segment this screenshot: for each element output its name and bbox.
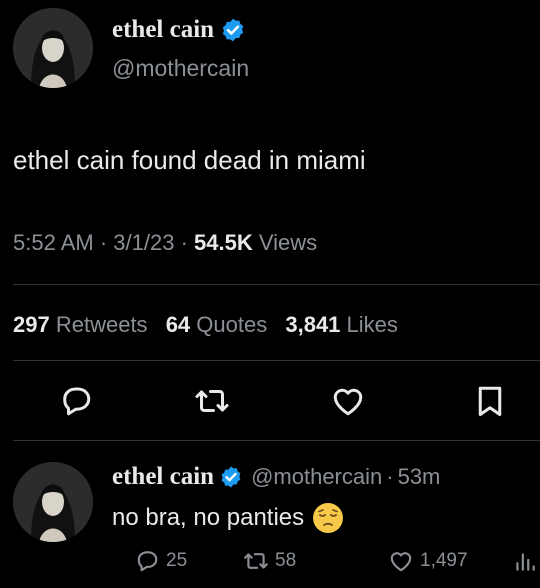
views-count: 54.5K [194, 230, 253, 255]
reply-retweet-button[interactable]: 58 [243, 548, 296, 574]
likes-label: Likes [346, 312, 398, 337]
tweet-action-bar [0, 383, 540, 423]
reply-text: no bra, no panties [112, 504, 305, 531]
author-display-name[interactable]: ethel cain [112, 16, 214, 44]
like-count: 1,497 [420, 550, 468, 571]
like-icon[interactable] [330, 383, 366, 419]
reply-count: 25 [166, 550, 188, 571]
reply-text-row: no bra, no panties [112, 502, 344, 534]
divider [13, 440, 540, 441]
like-icon [390, 552, 412, 572]
views-icon [516, 553, 535, 571]
tweet-date[interactable]: 3/1/23 [113, 230, 174, 255]
reply-separator: · [386, 464, 394, 489]
reply-icon [137, 551, 158, 572]
divider [13, 284, 540, 285]
reply-icon[interactable] [58, 383, 94, 419]
reply-display-name[interactable]: ethel cain [112, 463, 214, 491]
retweet-icon[interactable] [194, 383, 230, 419]
reply-reply-button[interactable]: 25 [134, 548, 187, 574]
quotes-label: Quotes [196, 312, 268, 337]
views-label: Views [258, 230, 318, 255]
avatar[interactable] [13, 8, 93, 88]
tweet-time[interactable]: 5:52 AM [13, 230, 94, 255]
reply-header: ethel cain @mothercain · 53m [112, 463, 440, 491]
tweet-text: ethel cain found dead in miami [13, 145, 366, 175]
reply-like-button[interactable]: 1,497 [388, 548, 468, 574]
reply-handle[interactable]: @mothercain [251, 464, 382, 490]
retweet-icon [244, 553, 268, 569]
retweet-count: 58 [275, 550, 297, 571]
author-name-line: ethel cain [112, 16, 246, 44]
reply-views-button[interactable] [512, 548, 538, 574]
likes-count: 3,841 [285, 312, 341, 337]
likes-stat[interactable]: 3,841 Likes [285, 312, 398, 337]
retweets-label: Retweets [55, 312, 148, 337]
pensive-face-emoji [312, 502, 344, 534]
meta-separator: · [180, 230, 188, 255]
retweets-count: 297 [13, 312, 50, 337]
quotes-count: 64 [165, 312, 191, 337]
divider [13, 360, 540, 361]
verified-badge-icon [220, 17, 246, 43]
avatar[interactable] [13, 462, 93, 542]
quotes-stat[interactable]: 64 Quotes [166, 312, 268, 337]
reply-action-bar: 25 58 1,497 [0, 548, 540, 582]
tweet-stats: 297 Retweets 64 Quotes 3,841 Likes [13, 312, 398, 338]
tweet-meta: 5:52 AM · 3/1/23 · 54.5K Views [13, 230, 317, 256]
author-handle[interactable]: @mothercain [112, 55, 249, 82]
verified-badge-icon [219, 465, 243, 489]
meta-separator: · [99, 230, 108, 255]
reply-age[interactable]: 53m [398, 464, 441, 490]
retweets-stat[interactable]: 297 Retweets [13, 312, 148, 337]
bookmark-icon[interactable] [472, 383, 508, 419]
